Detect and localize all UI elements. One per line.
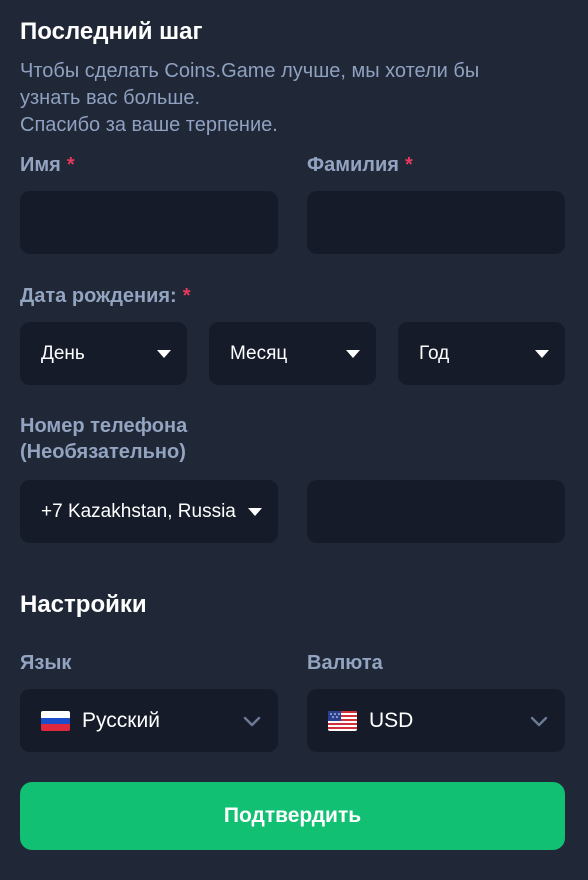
currency-select[interactable]: USD [307, 689, 565, 752]
chevron-down-icon [529, 711, 549, 731]
subtitle-line-1: Чтобы сделать Coins.Game лучше, мы хотел… [20, 60, 480, 82]
phone-country-select[interactable]: +7 Kazakhstan, Russia [20, 480, 278, 543]
first-name-label: Имя * [20, 152, 75, 178]
caret-down-icon [157, 350, 171, 358]
subtitle-line-3: Спасибо за ваше терпение. [20, 114, 278, 136]
phone-label-line-1: Номер телефона [20, 415, 188, 437]
caret-down-icon [346, 350, 360, 358]
currency-value: USD [369, 709, 414, 732]
page-subtitle: Чтобы сделать Coins.Game лучше, мы хотел… [20, 58, 565, 139]
subtitle-line-2: узнать вас больше. [20, 87, 201, 109]
last-name-label: Фамилия * [307, 152, 413, 178]
last-name-required-mark: * [404, 154, 413, 176]
language-label: Язык [20, 652, 72, 674]
first-name-input[interactable] [20, 191, 278, 254]
birth-month-value: Месяц [230, 343, 288, 364]
birth-date-label-text: Дата рождения: [20, 285, 177, 307]
caret-down-icon [535, 350, 549, 358]
language-select[interactable]: Русский [20, 689, 278, 752]
birth-year-value: Год [419, 343, 450, 364]
first-name-required-mark: * [66, 154, 75, 176]
phone-label: Номер телефона (Необязательно) [20, 413, 187, 465]
usa-flag-icon [328, 711, 357, 731]
first-name-label-text: Имя [20, 154, 61, 176]
settings-title: Настройки [20, 591, 147, 618]
birth-day-select[interactable]: День [20, 322, 187, 385]
phone-country-value: +7 Kazakhstan, Russia [41, 501, 236, 522]
chevron-down-icon [242, 711, 262, 731]
phone-number-input[interactable] [307, 480, 565, 543]
language-value: Русский [82, 709, 160, 732]
birth-month-select[interactable]: Месяц [209, 322, 376, 385]
phone-label-line-2: (Необязательно) [20, 441, 186, 463]
birth-year-select[interactable]: Год [398, 322, 565, 385]
birth-date-label: Дата рождения: * [20, 283, 191, 309]
caret-down-icon [248, 508, 262, 516]
russia-flag-icon [41, 711, 70, 731]
birth-date-required-mark: * [182, 285, 191, 307]
page-title: Последний шаг [20, 18, 203, 45]
currency-label: Валюта [307, 652, 383, 674]
last-name-input[interactable] [307, 191, 565, 254]
birth-day-value: День [41, 343, 85, 364]
last-name-label-text: Фамилия [307, 154, 399, 176]
confirm-button[interactable]: Подтвердить [20, 782, 565, 850]
